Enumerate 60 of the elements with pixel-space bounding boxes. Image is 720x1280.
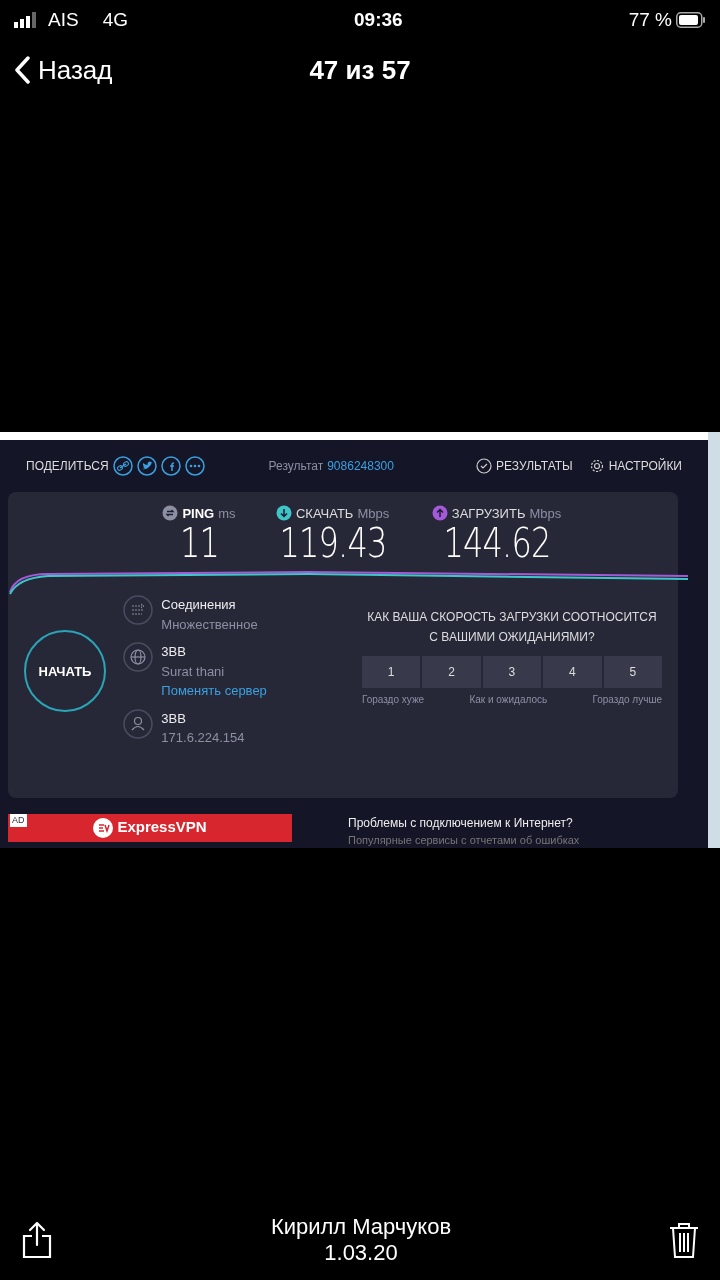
settings-link[interactable]: НАСТРОЙКИ (588, 456, 682, 475)
metric-name: СКАЧАТЬ (295, 504, 354, 523)
clock: 09:36 (354, 7, 403, 32)
battery-icon (676, 12, 706, 28)
photo-date: 1.03.20 (324, 1240, 398, 1267)
info-subtitle: Множественное (161, 615, 258, 634)
logo-icon (93, 817, 114, 838)
rating-option[interactable]: 3 (482, 655, 542, 688)
info-subtitle: 171.6.224.154 (161, 729, 245, 748)
brand-name: ExpressVPN (117, 817, 207, 838)
metric-unit: Mbps (529, 504, 562, 523)
metric-value: 11 (179, 523, 219, 564)
letter-f-icon[interactable] (160, 455, 181, 476)
upload-icon (431, 505, 448, 522)
metric-name: PING (182, 504, 215, 523)
link-icon[interactable] (112, 455, 133, 476)
metric-value: 144.62 (442, 523, 551, 564)
info-title: 3BB (161, 709, 187, 728)
scale-label: Как и ожидалось (469, 692, 548, 707)
info-title: 3BB (161, 643, 187, 662)
settings-icon (588, 457, 605, 474)
chevron-left-icon (14, 56, 30, 84)
change-server-link[interactable]: Поменять сервер (161, 681, 267, 701)
rating-option[interactable]: 2 (422, 655, 481, 688)
person-icon (123, 708, 154, 739)
carrier-name: AIS (48, 7, 79, 32)
metric-unit: Mbps (357, 504, 390, 523)
metric-unit: ms (218, 504, 236, 523)
ad-badge: AD (10, 813, 27, 827)
back-button[interactable]: Назад (14, 50, 113, 90)
metric-name: ЗАГРУЗИТЬ (451, 504, 526, 523)
share-label: ПОДЕЛИТЬСЯ (26, 457, 109, 475)
globe-icon (123, 642, 154, 673)
help-title: Проблемы с подключением к Интернет? (348, 814, 574, 832)
network-type: 4G (102, 7, 128, 32)
battery-percent: 77 % (628, 7, 672, 32)
download-icon (275, 505, 292, 522)
help-text: Популярные сервисы с отчетами об ошибках (348, 832, 580, 848)
rating-option[interactable]: 1 (361, 655, 421, 688)
check-circle-icon (476, 457, 493, 474)
results-link[interactable]: РЕЗУЛЬТАТЫ (476, 456, 573, 475)
ping-icon (162, 505, 179, 522)
survey-question: КАК ВАША СКОРОСТЬ ЗАГРУЗКИ СООТНОСИТСЯ С ВАШИМИ ОЖИДАНИЯМИ? (366, 609, 658, 647)
scale-label: Гораздо лучше (592, 692, 662, 707)
metric-value: 119.43 (279, 523, 387, 564)
info-title: Соединения (161, 596, 237, 615)
rating-option[interactable]: 5 (603, 655, 662, 688)
rating-option[interactable]: 4 (543, 655, 602, 688)
result-label: Результат (268, 457, 324, 475)
arrows-icon (123, 595, 154, 626)
info-subtitle: Surat thani (161, 662, 226, 681)
result-id-link[interactable]: 9086248300 (327, 456, 394, 475)
start-button[interactable]: НАЧАТЬ (24, 630, 106, 713)
trash-icon[interactable] (668, 1221, 700, 1259)
share-icon[interactable] (20, 1221, 54, 1259)
bird-icon[interactable] (136, 455, 157, 476)
more-icon[interactable] (184, 455, 205, 476)
photo-counter: 47 из 57 (309, 53, 411, 87)
author-name: Кирилл Марчуков (270, 1213, 452, 1240)
scale-label: Гораздо хуже (361, 692, 425, 707)
